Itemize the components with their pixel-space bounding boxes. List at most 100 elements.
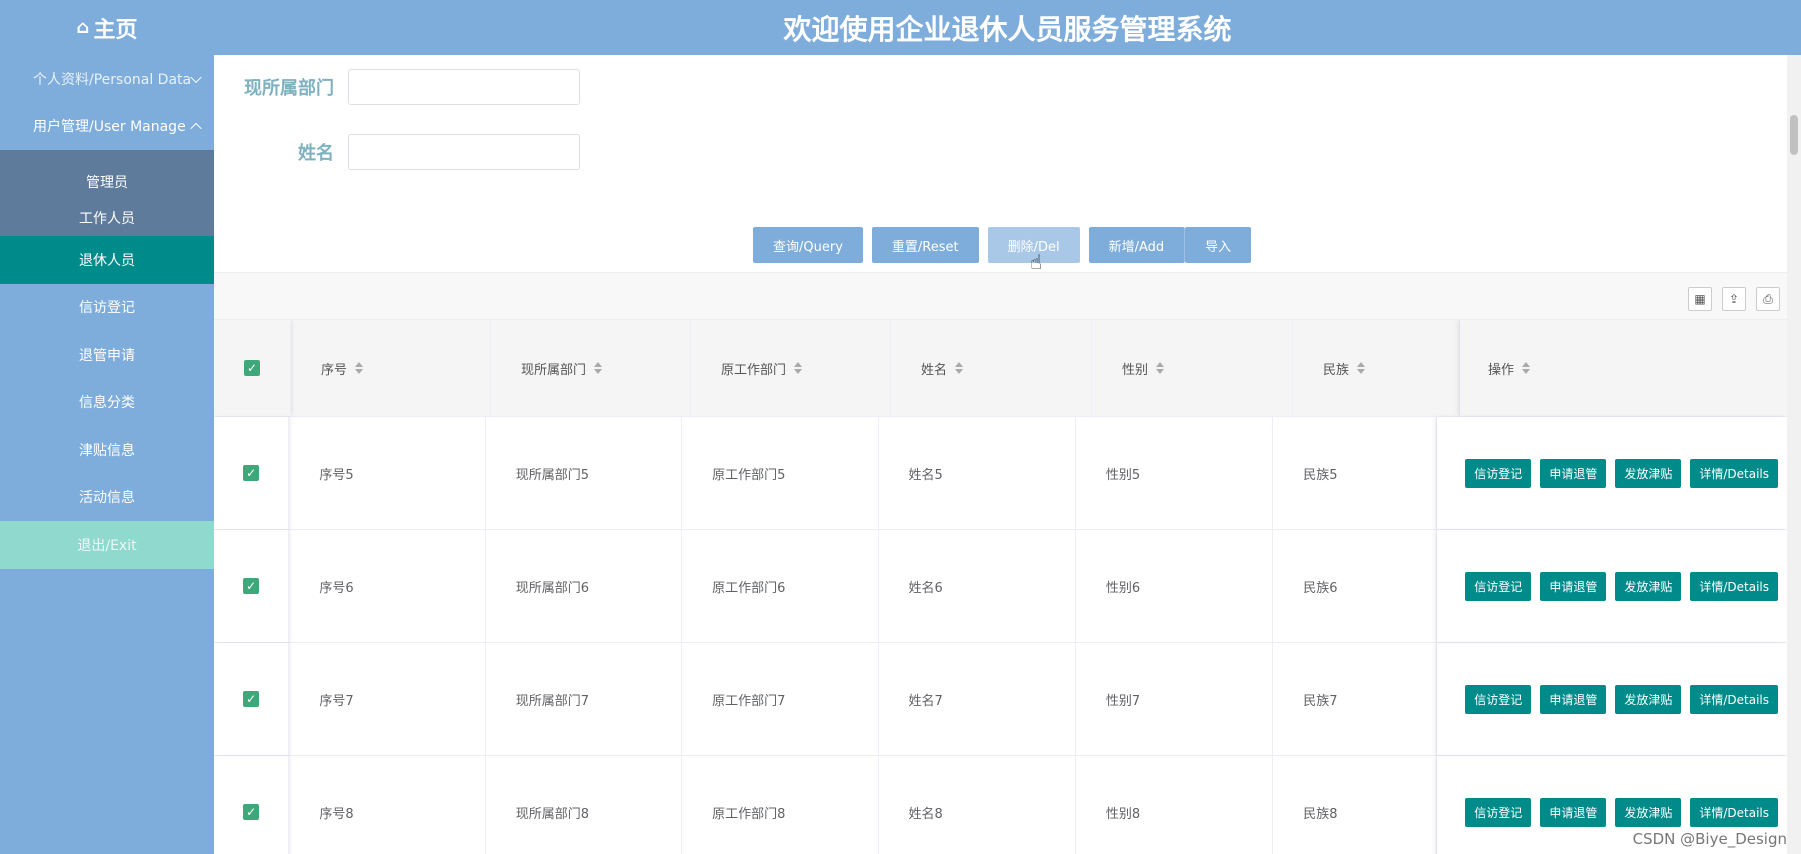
top-bar: ⌂ 主页 欢迎使用企业退休人员服务管理系统	[0, 0, 1801, 55]
sidebar-item-petition[interactable]: 信访登记	[0, 284, 214, 332]
page-title: 欢迎使用企业退休人员服务管理系统	[783, 12, 1232, 46]
add-button[interactable]: 新增/Add	[1088, 227, 1186, 263]
sidebar-item-retirees[interactable]: 退休人员	[0, 236, 214, 284]
sidebar-item-staff[interactable]: 工作人员	[0, 200, 214, 236]
row-checkbox[interactable]: ✓	[243, 691, 260, 707]
table-cell: 姓名6	[879, 530, 1076, 642]
name-label: 姓名	[298, 143, 334, 164]
table-cell: 现所属部门7	[486, 643, 683, 755]
table-toolbar: ▦ ⇪ ⎙	[214, 272, 1801, 320]
vertical-scrollbar[interactable]	[1787, 55, 1801, 854]
row-checkbox-cell: ✓	[214, 530, 290, 642]
allowance-button[interactable]: 发放津贴	[1615, 458, 1682, 488]
row-checkbox-cell: ✓	[214, 417, 290, 529]
table-cell: 序号7	[289, 643, 486, 755]
sidebar-item-label: 个人资料/Personal Data	[33, 71, 192, 88]
allowance-button[interactable]: 发放津贴	[1615, 797, 1682, 827]
sidebar-item-category[interactable]: 信息分类	[0, 379, 214, 427]
table-cell: 姓名7	[879, 643, 1076, 755]
row-actions: 信访登记 申请退管 发放津贴 详情/Details	[1437, 530, 1787, 642]
apply-retire-button[interactable]: 申请退管	[1540, 458, 1607, 488]
table-row: ✓ 序号6 现所属部门6 原工作部门6 姓名6 性别6 民族6 信访登记 申请退…	[214, 530, 1787, 643]
table-cell: 性别5	[1076, 417, 1274, 529]
sidebar-item-exit[interactable]: 退出/Exit	[0, 521, 214, 569]
table-cell: 原工作部门6	[682, 530, 879, 642]
dept-input[interactable]	[348, 69, 580, 105]
row-checkbox-cell: ✓	[214, 756, 290, 854]
header-label: 姓名	[921, 362, 948, 378]
sort-icon[interactable]	[1156, 362, 1165, 374]
header-checkbox-cell: ✓	[214, 320, 291, 416]
reset-button[interactable]: 重置/Reset	[871, 227, 979, 263]
sort-icon[interactable]	[1522, 362, 1531, 374]
header-cell[interactable]: 原工作部门	[691, 320, 891, 416]
sidebar-item-user-manage[interactable]: 用户管理/User Manage	[0, 103, 214, 151]
sidebar-item-label: 用户管理/User Manage	[33, 119, 186, 136]
table-cell: 原工作部门5	[682, 417, 879, 529]
header-cell[interactable]: 现所属部门	[491, 320, 691, 416]
apply-retire-button[interactable]: 申请退管	[1540, 684, 1607, 714]
table-cell: 姓名8	[879, 756, 1076, 854]
petition-button[interactable]: 信访登记	[1465, 458, 1532, 488]
details-button[interactable]: 详情/Details	[1690, 797, 1778, 827]
sort-icon[interactable]	[794, 362, 803, 374]
sidebar-item-admin[interactable]: 管理员	[0, 164, 214, 200]
sidebar: 个人资料/Personal Data 用户管理/User Manage 管理员 …	[0, 55, 214, 854]
watermark: CSDN @Biye_Design	[1632, 830, 1787, 848]
user-manage-submenu: 管理员 工作人员	[0, 150, 214, 236]
sort-icon[interactable]	[594, 362, 603, 374]
row-checkbox[interactable]: ✓	[243, 465, 260, 481]
header-cell[interactable]: 操作	[1460, 320, 1787, 416]
header-cell[interactable]: 民族	[1293, 320, 1460, 416]
table-cell: 原工作部门8	[682, 756, 879, 854]
details-button[interactable]: 详情/Details	[1690, 458, 1778, 488]
table-cell: 现所属部门6	[486, 530, 683, 642]
print-icon[interactable]: ⎙	[1756, 287, 1780, 311]
sidebar-item-retire-apply[interactable]: 退管申请	[0, 331, 214, 379]
sidebar-item-allowance[interactable]: 津贴信息	[0, 426, 214, 474]
select-all-checkbox[interactable]: ✓	[244, 360, 260, 376]
petition-button[interactable]: 信访登记	[1465, 797, 1532, 827]
action-bar: 查询/Query 重置/Reset 删除/Del 新增/Add 导入	[753, 227, 1252, 263]
header-label: 现所属部门	[521, 362, 587, 378]
sidebar-item-personal-data[interactable]: 个人资料/Personal Data	[0, 55, 214, 103]
header-label: 操作	[1488, 362, 1515, 378]
chevron-down-icon	[190, 71, 202, 83]
scrollbar-thumb[interactable]	[1790, 115, 1798, 155]
home-icon: ⌂	[76, 17, 90, 38]
header-cell[interactable]: 姓名	[891, 320, 1092, 416]
sort-icon[interactable]	[1357, 362, 1366, 374]
home-link[interactable]: ⌂ 主页	[0, 0, 214, 55]
columns-icon[interactable]: ▦	[1688, 287, 1712, 311]
dept-label: 现所属部门	[244, 78, 334, 99]
import-button[interactable]: 导入	[1185, 227, 1252, 263]
export-icon[interactable]: ⇪	[1722, 287, 1746, 311]
apply-retire-button[interactable]: 申请退管	[1540, 797, 1607, 827]
row-checkbox[interactable]: ✓	[243, 578, 260, 594]
dept-search-row: 现所属部门	[228, 69, 580, 105]
sort-icon[interactable]	[355, 362, 364, 374]
table-cell: 性别8	[1076, 756, 1274, 854]
query-button[interactable]: 查询/Query	[753, 227, 863, 263]
table-header: ✓ 序号 现所属部门 原工作部门 姓名 性别 民族 操作	[214, 320, 1787, 417]
sidebar-item-activity[interactable]: 活动信息	[0, 474, 214, 522]
header-cell[interactable]: 序号	[291, 320, 491, 416]
name-input[interactable]	[348, 134, 580, 170]
table-row: ✓ 序号8 现所属部门8 原工作部门8 姓名8 性别8 民族8 信访登记 申请退…	[214, 756, 1787, 854]
petition-button[interactable]: 信访登记	[1465, 684, 1532, 714]
row-checkbox[interactable]: ✓	[243, 804, 260, 820]
table-row: ✓ 序号5 现所属部门5 原工作部门5 姓名5 性别5 民族5 信访登记 申请退…	[214, 417, 1787, 530]
table-cell: 民族8	[1273, 756, 1438, 854]
table-cell: 民族5	[1273, 417, 1438, 529]
apply-retire-button[interactable]: 申请退管	[1540, 571, 1607, 601]
allowance-button[interactable]: 发放津贴	[1615, 571, 1682, 601]
row-actions: 信访登记 申请退管 发放津贴 详情/Details	[1437, 417, 1787, 529]
name-search-row: 姓名	[228, 134, 580, 170]
details-button[interactable]: 详情/Details	[1690, 684, 1778, 714]
table-cell: 序号6	[289, 530, 486, 642]
header-cell[interactable]: 性别	[1092, 320, 1293, 416]
sort-icon[interactable]	[955, 362, 964, 374]
allowance-button[interactable]: 发放津贴	[1615, 684, 1682, 714]
details-button[interactable]: 详情/Details	[1690, 571, 1778, 601]
petition-button[interactable]: 信访登记	[1465, 571, 1532, 601]
